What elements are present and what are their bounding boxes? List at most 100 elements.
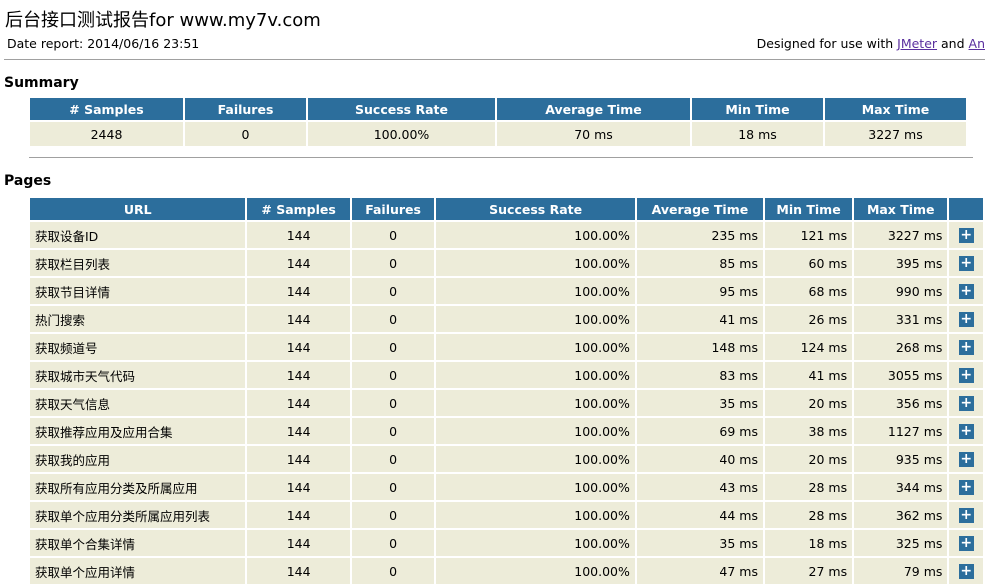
- cell-max-time: 990 ms: [854, 278, 948, 304]
- expand-plus-icon[interactable]: +: [958, 256, 974, 271]
- cell-samples: 144: [247, 558, 350, 584]
- summary-average-time: 70 ms: [497, 122, 690, 146]
- cell-url: 获取天气信息: [30, 390, 246, 416]
- designed-for: Designed for use with JMeter and An: [757, 36, 985, 51]
- cell-failures: 0: [351, 362, 435, 388]
- cell-max-time: 356 ms: [854, 390, 948, 416]
- cell-url: 获取单个应用分类所属应用列表: [30, 502, 246, 528]
- expand-cell: +: [949, 334, 983, 360]
- cell-average-time: 148 ms: [636, 334, 763, 360]
- cell-url: 获取单个合集详情: [30, 530, 246, 556]
- summary-col-max-time: Max Time: [825, 98, 966, 120]
- expand-cell: +: [949, 250, 983, 276]
- cell-failures: 0: [351, 530, 435, 556]
- summary-col-average-time: Average Time: [497, 98, 690, 120]
- cell-min-time: 20 ms: [764, 446, 853, 472]
- pages-table: URL # Samples Failures Success Rate Aver…: [28, 196, 985, 586]
- cell-average-time: 43 ms: [636, 474, 763, 500]
- cell-min-time: 38 ms: [764, 418, 853, 444]
- summary-col-failures: Failures: [185, 98, 306, 120]
- cell-failures: 0: [351, 418, 435, 444]
- cell-samples: 144: [247, 474, 350, 500]
- cell-success-rate: 100.00%: [436, 558, 635, 584]
- cell-average-time: 85 ms: [636, 250, 763, 276]
- summary-col-min-time: Min Time: [692, 98, 823, 120]
- expand-plus-icon[interactable]: +: [958, 312, 974, 327]
- cell-min-time: 68 ms: [764, 278, 853, 304]
- expand-cell: +: [949, 474, 983, 500]
- expand-cell: +: [949, 306, 983, 332]
- pages-col-expand: [949, 198, 983, 220]
- cell-average-time: 235 ms: [636, 222, 763, 248]
- cell-url: 获取城市天气代码: [30, 362, 246, 388]
- cell-url: 热门搜索: [30, 306, 246, 332]
- cell-url: 获取栏目列表: [30, 250, 246, 276]
- expand-plus-icon[interactable]: +: [958, 564, 974, 579]
- expand-plus-icon[interactable]: +: [958, 424, 974, 439]
- pages-col-url: URL: [30, 198, 246, 220]
- page-title: 后台接口测试报告for www.my7v.com: [5, 10, 321, 31]
- jmeter-link[interactable]: JMeter: [897, 36, 937, 51]
- cell-samples: 144: [247, 334, 350, 360]
- cell-max-time: 79 ms: [854, 558, 948, 584]
- cell-min-time: 60 ms: [764, 250, 853, 276]
- cell-url: 获取所有应用分类及所属应用: [30, 474, 246, 500]
- cell-max-time: 1127 ms: [854, 418, 948, 444]
- expand-cell: +: [949, 390, 983, 416]
- date-report: Date report: 2014/06/16 23:51: [7, 36, 200, 51]
- cell-failures: 0: [351, 222, 435, 248]
- table-row: 获取天气信息 144 0 100.00% 35 ms 20 ms 356 ms +: [30, 390, 983, 416]
- cell-samples: 144: [247, 222, 350, 248]
- expand-plus-icon[interactable]: +: [958, 368, 974, 383]
- cell-samples: 144: [247, 390, 350, 416]
- cell-failures: 0: [351, 250, 435, 276]
- expand-plus-icon[interactable]: +: [958, 228, 974, 243]
- cell-min-time: 20 ms: [764, 390, 853, 416]
- cell-failures: 0: [351, 474, 435, 500]
- pages-col-min-time: Min Time: [764, 198, 853, 220]
- table-row: 获取我的应用 144 0 100.00% 40 ms 20 ms 935 ms +: [30, 446, 983, 472]
- table-row: 获取节目详情 144 0 100.00% 95 ms 68 ms 990 ms +: [30, 278, 983, 304]
- cell-max-time: 935 ms: [854, 446, 948, 472]
- expand-plus-icon[interactable]: +: [958, 508, 974, 523]
- cell-average-time: 47 ms: [636, 558, 763, 584]
- cell-average-time: 41 ms: [636, 306, 763, 332]
- summary-col-samples: # Samples: [30, 98, 183, 120]
- cell-samples: 144: [247, 446, 350, 472]
- expand-plus-icon[interactable]: +: [958, 452, 974, 467]
- cell-samples: 144: [247, 362, 350, 388]
- cell-failures: 0: [351, 558, 435, 584]
- expand-plus-icon[interactable]: +: [958, 536, 974, 551]
- cell-success-rate: 100.00%: [436, 250, 635, 276]
- ant-link[interactable]: An: [969, 36, 985, 51]
- expand-plus-icon[interactable]: +: [958, 340, 974, 355]
- cell-url: 获取单个应用详情: [30, 558, 246, 584]
- pages-heading: Pages: [4, 173, 52, 189]
- cell-max-time: 395 ms: [854, 250, 948, 276]
- pages-body: 获取设备ID 144 0 100.00% 235 ms 121 ms 3227 ms + 获取栏…: [30, 222, 983, 584]
- summary-divider: [29, 157, 973, 158]
- table-row: 获取城市天气代码 144 0 100.00% 83 ms 41 ms 3055 ms +: [30, 362, 983, 388]
- cell-failures: 0: [351, 278, 435, 304]
- expand-cell: +: [949, 446, 983, 472]
- cell-success-rate: 100.00%: [436, 502, 635, 528]
- cell-failures: 0: [351, 390, 435, 416]
- cell-failures: 0: [351, 502, 435, 528]
- header-divider: [4, 59, 985, 60]
- cell-success-rate: 100.00%: [436, 222, 635, 248]
- expand-plus-icon[interactable]: +: [958, 396, 974, 411]
- expand-cell: +: [949, 418, 983, 444]
- pages-col-max-time: Max Time: [854, 198, 948, 220]
- table-row: 获取栏目列表 144 0 100.00% 85 ms 60 ms 395 ms +: [30, 250, 983, 276]
- cell-samples: 144: [247, 502, 350, 528]
- table-row: 获取单个应用分类所属应用列表 144 0 100.00% 44 ms 28 ms 362 m…: [30, 502, 983, 528]
- expand-plus-icon[interactable]: +: [958, 284, 974, 299]
- table-row: 获取频道号 144 0 100.00% 148 ms 124 ms 268 ms +: [30, 334, 983, 360]
- table-row: 获取推荐应用及应用合集 144 0 100.00% 69 ms 38 ms 1127 ms +: [30, 418, 983, 444]
- expand-plus-icon[interactable]: +: [958, 480, 974, 495]
- cell-failures: 0: [351, 334, 435, 360]
- cell-min-time: 124 ms: [764, 334, 853, 360]
- designed-prefix: Designed for use with: [756, 36, 898, 51]
- cell-failures: 0: [351, 446, 435, 472]
- summary-success-rate: 100.00%: [308, 122, 495, 146]
